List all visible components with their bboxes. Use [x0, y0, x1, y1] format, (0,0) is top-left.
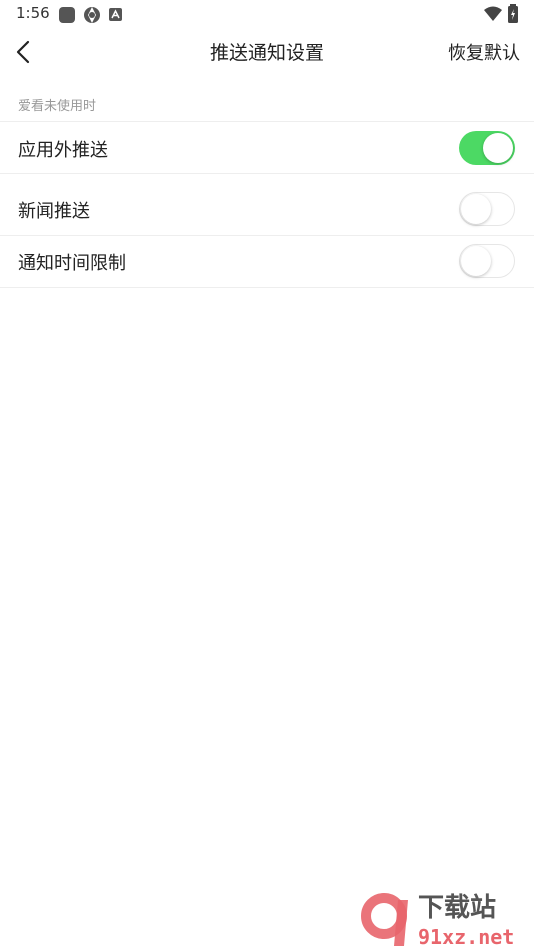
toggle-knob: [461, 246, 491, 276]
reset-default-button[interactable]: 恢复默认: [448, 39, 520, 65]
divider: [0, 173, 534, 174]
section-label: 爱看未使用时: [18, 99, 97, 114]
a-letter-icon: [109, 8, 122, 21]
toggle-knob: [483, 133, 513, 163]
app-header: 推送通知设置 恢复默认: [0, 28, 534, 74]
wifi-icon: [484, 6, 502, 21]
status-bar: 1:56: [0, 0, 534, 28]
divider: [0, 287, 534, 288]
setting-label: 新闻推送: [18, 201, 90, 222]
battery-icon: [508, 4, 518, 23]
watermark-cn-text: 下载站: [418, 893, 496, 923]
time-limit-toggle[interactable]: [459, 244, 515, 278]
watermark-domain-text: 91xz.net: [418, 925, 514, 949]
watermark-logo: 下载站 91xz.net: [361, 893, 514, 949]
app-notification-icon: [59, 7, 75, 23]
status-time: 1:56: [16, 4, 50, 22]
shutter-icon: [84, 7, 100, 23]
setting-label: 应用外推送: [18, 140, 108, 161]
setting-label: 通知时间限制: [18, 253, 126, 274]
offapp-push-toggle[interactable]: [459, 131, 515, 165]
setting-row-time-limit[interactable]: 通知时间限制: [0, 235, 534, 287]
news-push-toggle[interactable]: [459, 192, 515, 226]
setting-row-news-push[interactable]: 新闻推送: [0, 183, 534, 235]
toggle-knob: [461, 194, 491, 224]
setting-row-offapp-push[interactable]: 应用外推送: [0, 122, 534, 174]
